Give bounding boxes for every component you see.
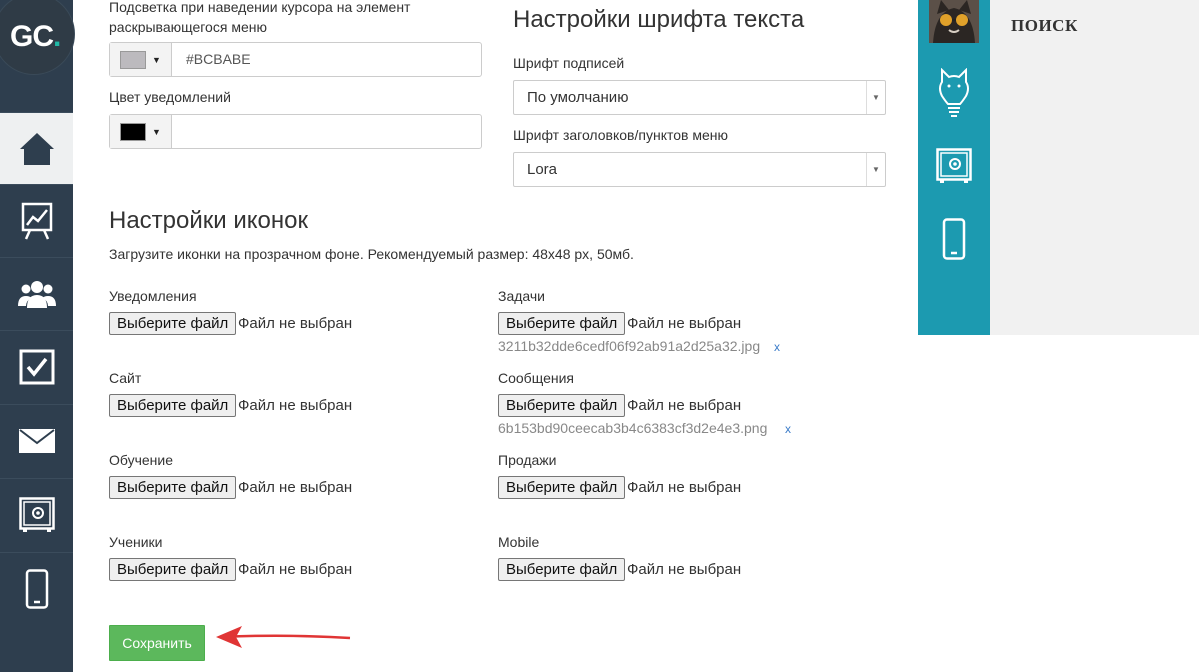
notif-color-swatch bbox=[120, 122, 147, 141]
notif-color-field[interactable]: ▼ bbox=[109, 114, 482, 149]
hover-color-label: Подсветка при наведении курсора на элеме… bbox=[109, 0, 411, 35]
cat-avatar-image bbox=[929, 0, 979, 43]
mail-icon bbox=[18, 428, 55, 453]
file-choose-button[interactable]: Выберите файл bbox=[498, 394, 626, 417]
remove-file-icon[interactable]: x bbox=[785, 422, 791, 436]
file-status: Файл не выбран bbox=[627, 479, 742, 496]
caret-down-icon: ▼ bbox=[866, 81, 885, 114]
sidebar-item-tasks[interactable] bbox=[0, 330, 73, 402]
caption-font-value: По умолчанию bbox=[527, 89, 629, 106]
right-item-safe[interactable] bbox=[918, 148, 990, 184]
caret-down-icon: ▼ bbox=[152, 54, 161, 65]
safe-icon bbox=[18, 496, 55, 532]
sidebar-item-home[interactable] bbox=[0, 112, 73, 184]
sidebar-item-safe[interactable] bbox=[0, 478, 73, 550]
hover-color-swatch bbox=[120, 50, 147, 69]
icon-field-label: Обучение bbox=[109, 452, 174, 468]
sidebar-item-mobile[interactable] bbox=[0, 552, 73, 624]
file-status: Файл не выбран bbox=[627, 315, 742, 332]
file-choose-button[interactable]: Выберите файл bbox=[109, 558, 237, 581]
hover-color-value[interactable]: #BCBABE bbox=[172, 43, 251, 76]
mobile-icon bbox=[942, 218, 966, 260]
logo-text: GC. bbox=[10, 20, 61, 53]
chart-icon bbox=[21, 202, 52, 240]
file-status: Файл не выбран bbox=[238, 397, 353, 414]
icon-settings-title: Настройки иконок bbox=[109, 207, 308, 234]
file-status: Файл не выбран bbox=[627, 397, 742, 414]
main-sidebar: GC. bbox=[0, 0, 74, 672]
right-item-mobile[interactable] bbox=[918, 218, 990, 260]
users-icon bbox=[17, 280, 56, 308]
icon-field-label: Задачи bbox=[498, 288, 546, 304]
remove-file-icon[interactable]: x bbox=[774, 340, 780, 354]
search-label[interactable]: ПОИСК bbox=[1011, 16, 1078, 36]
heading-font-select[interactable]: Lora ▼ bbox=[513, 152, 886, 187]
save-button[interactable]: Сохранить bbox=[109, 625, 205, 661]
red-arrow-annotation bbox=[216, 626, 351, 648]
cat-bulb-icon bbox=[939, 68, 969, 117]
icon-field-label: Mobile bbox=[498, 534, 540, 550]
logo[interactable]: GC. bbox=[0, 0, 74, 74]
uploaded-file-name[interactable]: 3211b32dde6cedf06f92ab91a2d25a32.jpg bbox=[498, 338, 760, 354]
notif-color-label: Цвет уведомлений bbox=[109, 89, 231, 105]
right-item-knowledge[interactable] bbox=[918, 68, 990, 118]
notif-color-picker-button[interactable]: ▼ bbox=[110, 115, 172, 148]
uploaded-file-name[interactable]: 6b153bd90ceecab3b4c6383cf3d2e4e3.png bbox=[498, 420, 767, 436]
caption-font-select[interactable]: По умолчанию ▼ bbox=[513, 80, 886, 115]
file-status: Файл не выбран bbox=[238, 315, 353, 332]
safe-icon bbox=[936, 148, 972, 183]
icon-field-label: Сайт bbox=[109, 370, 142, 386]
icon-field-label: Ученики bbox=[109, 534, 163, 550]
file-choose-button[interactable]: Выберите файл bbox=[109, 394, 237, 417]
sidebar-item-analytics[interactable] bbox=[0, 184, 73, 256]
hover-color-picker-button[interactable]: ▼ bbox=[110, 43, 172, 76]
file-choose-button[interactable]: Выберите файл bbox=[498, 476, 626, 499]
hover-color-field[interactable]: ▼ #BCBABE bbox=[109, 42, 482, 77]
caption-font-label: Шрифт подписей bbox=[513, 55, 625, 71]
right-search-panel bbox=[990, 0, 1199, 335]
icon-field-label: Продажи bbox=[498, 452, 557, 468]
file-choose-button[interactable]: Выберите файл bbox=[498, 558, 626, 581]
icon-settings-hint: Загрузите иконки на прозрачном фоне. Рек… bbox=[109, 246, 634, 262]
notif-color-value[interactable] bbox=[172, 115, 186, 148]
file-status: Файл не выбран bbox=[238, 479, 353, 496]
icon-field-label: Уведомления bbox=[109, 288, 197, 304]
file-choose-button[interactable]: Выберите файл bbox=[498, 312, 626, 335]
file-choose-button[interactable]: Выберите файл bbox=[109, 312, 237, 335]
file-status: Файл не выбран bbox=[238, 561, 353, 578]
tasks-icon bbox=[19, 349, 54, 384]
mobile-icon bbox=[25, 568, 48, 609]
caret-down-icon: ▼ bbox=[866, 153, 885, 186]
icon-field-label: Сообщения bbox=[498, 370, 574, 386]
font-settings-title: Настройки шрифта текста bbox=[513, 6, 805, 33]
file-choose-button[interactable]: Выберите файл bbox=[109, 476, 237, 499]
caret-down-icon: ▼ bbox=[152, 126, 161, 137]
heading-font-value: Lora bbox=[527, 161, 558, 178]
sidebar-item-messages[interactable] bbox=[0, 404, 73, 476]
avatar[interactable] bbox=[929, 0, 979, 43]
sidebar-item-users[interactable] bbox=[0, 257, 73, 329]
home-icon bbox=[19, 132, 54, 165]
heading-font-label: Шрифт заголовков/пунктов меню bbox=[513, 127, 728, 143]
file-status: Файл не выбран bbox=[627, 561, 742, 578]
